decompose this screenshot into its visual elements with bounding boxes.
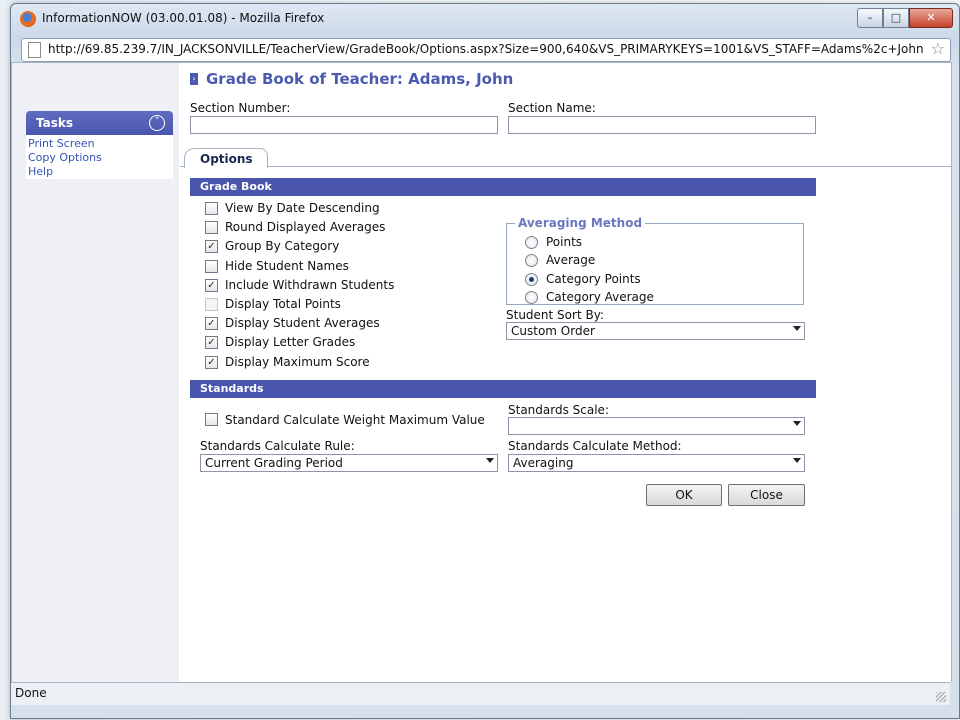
section-name-input[interactable]: [508, 116, 816, 134]
grade-book-option-label: Include Withdrawn Students: [225, 277, 395, 292]
dropdown-arrow-icon: [793, 326, 801, 331]
standards-method-value: Averaging: [513, 456, 574, 470]
averaging-method-radio[interactable]: [525, 272, 538, 286]
firefox-icon: [20, 11, 36, 27]
dropdown-arrow-icon: [793, 458, 801, 463]
standards-rule-select[interactable]: Current Grading Period: [200, 454, 498, 472]
averaging-method-legend: Averaging Method: [515, 216, 646, 230]
close-button[interactable]: Close: [728, 484, 805, 506]
title-bar[interactable]: InformationNOW (03.00.01.08) - Mozilla F…: [11, 4, 959, 34]
dropdown-arrow-icon: [793, 421, 801, 426]
status-bar: Done: [11, 682, 950, 705]
grade-book-option-checkbox[interactable]: ✓: [205, 355, 218, 369]
grade-book-option-checkbox[interactable]: ✓: [205, 317, 218, 331]
grade-book-option-checkbox[interactable]: ✓: [205, 240, 218, 254]
grade-book-option-label: View By Date Descending: [225, 201, 380, 215]
tab-options-label: Options: [200, 152, 253, 166]
grade-book-option-checkbox[interactable]: [205, 202, 218, 215]
maximize-button[interactable]: □: [883, 8, 909, 28]
url-text[interactable]: http://69.85.239.7/IN_JACKSONVILLE/Teach…: [48, 42, 923, 56]
tab-strip-line: [180, 166, 951, 167]
student-sort-value: Custom Order: [511, 324, 595, 338]
grade-book-section-header: Grade Book: [190, 178, 816, 196]
page-content: Tasks ˄ Print Screen Copy Options Help ›…: [11, 62, 952, 682]
averaging-method-label: Points: [546, 235, 583, 249]
tasks-panel-header: Tasks ˄: [26, 111, 173, 135]
averaging-method-label: Category Average: [546, 289, 654, 304]
grade-book-option-checkbox[interactable]: [205, 259, 218, 273]
resize-grip-icon[interactable]: [936, 692, 946, 702]
grade-book-option-label: Display Maximum Score: [225, 354, 370, 369]
address-bar[interactable]: http://69.85.239.7/IN_JACKSONVILLE/Teach…: [21, 38, 951, 62]
title-arrow-icon: ›: [190, 73, 198, 85]
standards-method-label: Standards Calculate Method:: [508, 439, 682, 453]
grade-book-option-label: Group By Category: [225, 239, 340, 254]
averaging-method-label: Average: [546, 253, 596, 268]
standards-section-header: Standards: [190, 380, 816, 398]
grade-book-option-label: Display Total Points: [225, 297, 341, 311]
student-sort-label: Student Sort By:: [506, 308, 604, 322]
averaging-method-radio[interactable]: [525, 290, 538, 304]
tab-options[interactable]: Options: [184, 148, 268, 168]
help-link[interactable]: Help: [28, 165, 53, 178]
standard-weight-max-checkbox[interactable]: [205, 413, 218, 426]
standards-scale-select[interactable]: [508, 417, 805, 435]
averaging-method-label: Category Points: [546, 271, 641, 286]
ok-button[interactable]: OK: [646, 484, 722, 506]
grade-book-option-label: Round Displayed Averages: [225, 220, 386, 235]
standards-header-text: Standards: [200, 382, 264, 395]
grade-book-option-label: Display Letter Grades: [225, 335, 356, 350]
standard-weight-max-label: Standard Calculate Weight Maximum Value: [225, 413, 485, 427]
tasks-panel-body: Print Screen Copy Options Help: [26, 135, 173, 179]
minimize-button[interactable]: –: [857, 8, 883, 28]
tasks-title: Tasks: [36, 116, 74, 130]
grade-book-option-label: Hide Student Names: [225, 258, 349, 273]
grade-book-option-checkbox[interactable]: ✓: [205, 336, 218, 350]
status-text: Done: [15, 686, 47, 700]
page-title: Grade Book of Teacher: Adams, John: [206, 70, 514, 88]
grade-book-option-checkbox[interactable]: ✓: [205, 278, 218, 292]
grade-book-header-text: Grade Book: [200, 180, 272, 193]
standards-rule-value: Current Grading Period: [205, 456, 343, 470]
standards-scale-label: Standards Scale:: [508, 403, 609, 417]
dropdown-arrow-icon: [486, 458, 494, 463]
standards-rule-label: Standards Calculate Rule:: [200, 439, 355, 453]
grade-book-option-checkbox[interactable]: [205, 298, 218, 311]
sidebar: Tasks ˄ Print Screen Copy Options Help: [12, 63, 179, 682]
grade-book-option-label: Display Student Averages: [225, 316, 380, 331]
collapse-icon[interactable]: ˄: [149, 115, 165, 131]
copy-options-link[interactable]: Copy Options: [28, 151, 102, 164]
section-number-input[interactable]: [190, 116, 498, 134]
grade-book-option-checkbox[interactable]: [205, 221, 218, 235]
bookmark-star-icon[interactable]: ☆: [931, 40, 945, 58]
section-number-label: Section Number:: [190, 101, 291, 115]
student-sort-select[interactable]: Custom Order: [506, 322, 805, 340]
page-icon: [28, 42, 41, 58]
close-window-button[interactable]: ✕: [909, 8, 953, 28]
window-title: InformationNOW (03.00.01.08) - Mozilla F…: [42, 11, 325, 25]
averaging-method-radio[interactable]: [525, 236, 538, 249]
section-name-label: Section Name:: [508, 101, 596, 115]
standards-method-select[interactable]: Averaging: [508, 454, 805, 472]
print-screen-link[interactable]: Print Screen: [28, 137, 95, 150]
